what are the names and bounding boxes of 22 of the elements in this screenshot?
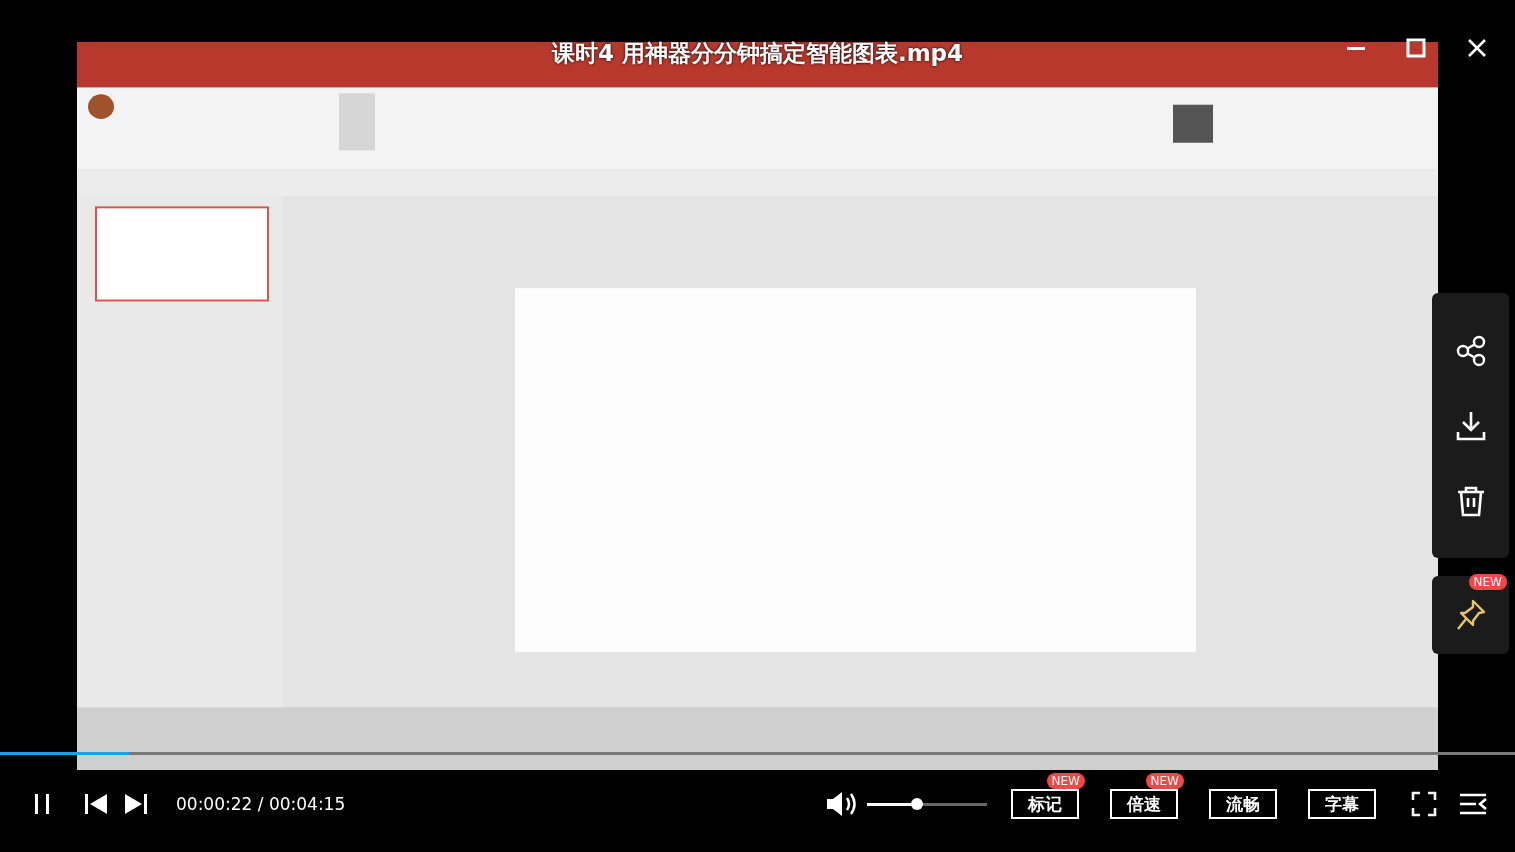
volume-icon[interactable] <box>825 791 857 817</box>
player-button[interactable]: 倍速 <box>1110 789 1178 819</box>
maximize-icon[interactable] <box>1406 38 1426 58</box>
pause-button[interactable] <box>32 792 52 816</box>
new-badge: NEW <box>1046 773 1085 789</box>
video-title: 课时4 用神器分分钟搞定智能图表.mp4 <box>551 40 964 66</box>
next-button[interactable] <box>124 793 148 815</box>
previous-button[interactable] <box>84 793 108 815</box>
pin-icon[interactable] <box>1454 598 1487 632</box>
player-button[interactable]: 字幕 <box>1308 789 1376 819</box>
playlist-icon[interactable] <box>1459 792 1487 816</box>
delete-icon[interactable] <box>1455 484 1486 517</box>
playback-time: 00:00:22 / 00:04:15 <box>176 794 346 814</box>
new-badge: NEW <box>1145 773 1184 789</box>
player-button[interactable]: 流畅 <box>1209 789 1277 819</box>
close-icon[interactable] <box>1467 38 1487 58</box>
minimize-icon[interactable] <box>1346 46 1366 50</box>
player-button[interactable]: 标记 <box>1011 789 1079 819</box>
download-icon[interactable] <box>1455 409 1486 442</box>
new-badge: NEW <box>1468 574 1507 590</box>
fullscreen-icon[interactable] <box>1411 791 1437 817</box>
share-icon[interactable] <box>1454 334 1487 367</box>
